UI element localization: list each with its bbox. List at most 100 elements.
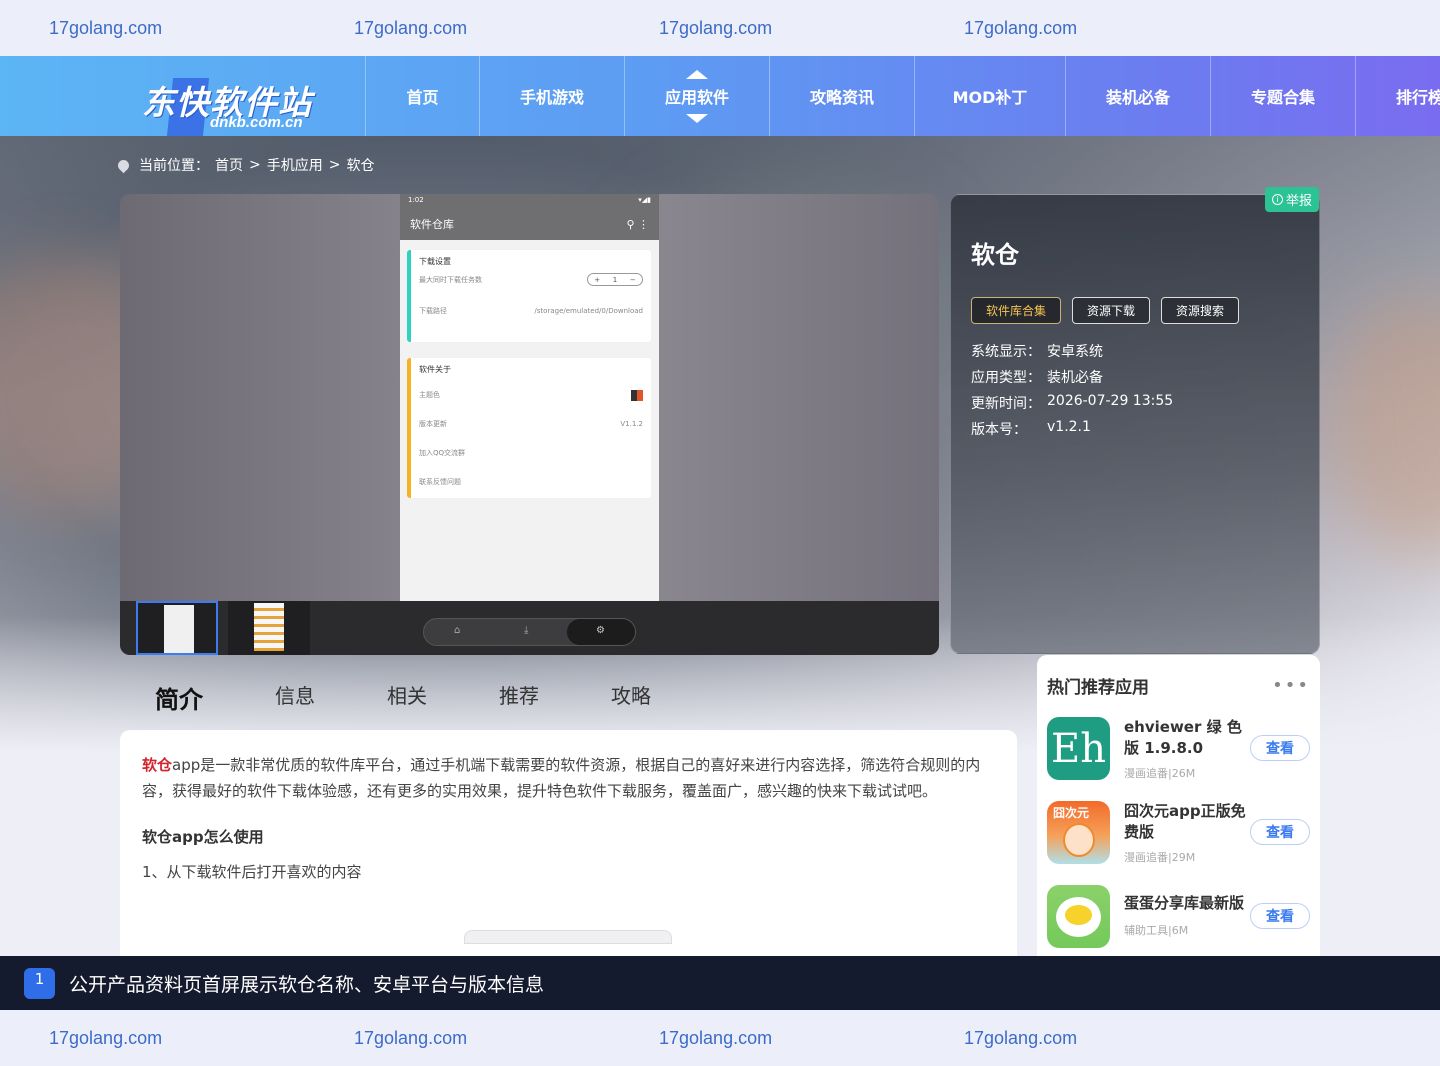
caption-number: 1 <box>24 967 55 999</box>
hot-app-meta: 漫画追番|29M <box>1124 851 1196 864</box>
tag-software-collection[interactable]: 软件库合集 <box>971 297 1062 324</box>
nav-item-apps[interactable]: 应用软件 <box>624 56 769 136</box>
card-title: 下载设置 <box>419 257 451 266</box>
view-button[interactable]: 查看 <box>1250 903 1310 929</box>
row-label: 版本更新 <box>419 419 447 428</box>
content-tabs: 简介 信息 相关 推荐 攻略 <box>155 680 723 715</box>
hot-app-meta: 漫画追番|26M <box>1124 767 1196 780</box>
stepper-plus: + <box>594 275 601 284</box>
nav-item-mod[interactable]: MOD补丁 <box>914 56 1065 136</box>
nav-label: 应用软件 <box>664 88 729 107</box>
row-label: 最大同时下载任务数 <box>419 275 482 284</box>
nav-label: 攻略资讯 <box>809 88 874 107</box>
meta-system: 系统显示： 安卓系统 <box>971 341 1103 361</box>
watermark-text: 17golang.com <box>659 1027 773 1048</box>
phone-app-bar: 软件仓库 ⚲ ⋮ <box>400 208 659 240</box>
breadcrumb-prefix: 当前位置： <box>139 158 209 174</box>
tab-related[interactable]: 相关 <box>387 680 427 715</box>
anime-face-shape <box>1063 823 1095 857</box>
hot-app-item[interactable]: 蛋蛋分享库最新版 辅助工具|6M 查看 <box>1047 883 1310 967</box>
nav-item-guides[interactable]: 攻略资讯 <box>769 56 914 136</box>
cropped-image-edge <box>464 930 672 944</box>
meta-value: 2026-07-29 13:55 <box>1047 393 1174 409</box>
row-label: 加入QQ交流群 <box>419 448 466 457</box>
nav-label: MOD补丁 <box>952 88 1028 107</box>
watermark-text: 17golang.com <box>354 17 468 38</box>
breadcrumb-category[interactable]: 手机应用 <box>267 155 323 175</box>
hot-apps-panel: 热门推荐应用 ••• Eh ehviewer 绿 色 版 1.9.8.0 漫画追… <box>1037 655 1320 956</box>
thumbnail-1[interactable] <box>136 601 218 655</box>
screenshot-gallery[interactable]: 1:02 ▾◢▮ 软件仓库 ⚲ ⋮ 下载设置 最大同时下载任务数 +1− 下载路径 /… <box>120 194 939 655</box>
info-icon: i <box>1271 194 1283 205</box>
nav-item-ranking[interactable]: 排行榜 <box>1355 56 1440 136</box>
tag-resource-download[interactable]: 资源下载 <box>1072 297 1151 324</box>
watermark-text: 17golang.com <box>964 17 1078 38</box>
more-icon[interactable]: ••• <box>1272 675 1310 696</box>
watermark-text: 17golang.com <box>659 17 773 38</box>
jiongciyuan-app-icon: 囧次元 <box>1047 801 1110 864</box>
nav-label: 首页 <box>406 88 439 107</box>
meta-type: 应用类型： 装机必备 <box>971 367 1103 387</box>
meta-value: 安卓系统 <box>1047 344 1103 360</box>
hot-app-item[interactable]: 囧次元 囧次元app正版免费版 漫画追番|29M 查看 <box>1047 799 1310 883</box>
app-tags: 软件库合集 资源下载 资源搜索 <box>971 297 1240 324</box>
breadcrumb-home[interactable]: 首页 <box>215 155 243 175</box>
intro-content: 软仓app是一款非常优质的软件库平台，通过手机端下载需要的软件资源，根据自己的喜… <box>120 730 1017 956</box>
breadcrumb-current: 软仓 <box>346 158 375 174</box>
row-value: /storage/emulated/0/Download <box>534 307 643 315</box>
tab-recommend[interactable]: 推荐 <box>499 680 539 715</box>
hot-app-name: 蛋蛋分享库最新版 <box>1124 894 1245 912</box>
watermark-text: 17golang.com <box>354 1027 468 1048</box>
nav-item-topics[interactable]: 专题合集 <box>1210 56 1355 136</box>
meta-key: 版本号： <box>971 422 1027 438</box>
report-button[interactable]: i 举报 <box>1264 187 1319 212</box>
card-row: 加入QQ交流群 <box>411 438 651 467</box>
section-heading: 软仓app怎么使用 <box>142 828 264 846</box>
active-arrow-down-icon <box>686 114 708 123</box>
nav-item-home[interactable]: 首页 <box>365 56 479 136</box>
watermark-bar-top: 17golang.com 17golang.com 17golang.com 1… <box>0 0 1440 56</box>
phone-bottom-nav: ⌂ ⤓ ⚙ <box>423 618 636 646</box>
thumbnail-2[interactable] <box>228 601 310 655</box>
report-label: 举报 <box>1285 194 1312 209</box>
tag-resource-search[interactable]: 资源搜索 <box>1161 297 1240 324</box>
watermark-text: 17golang.com <box>49 17 163 38</box>
row-value: V1.1.2 <box>620 419 643 428</box>
tab-intro[interactable]: 简介 <box>155 680 203 715</box>
about-card: 软件关于 主题色 版本更新 V1.1.2 加入QQ交流群 联系反馈问题 <box>407 358 651 498</box>
nav-label: 专题合集 <box>1250 88 1315 107</box>
tab-guide[interactable]: 攻略 <box>611 680 651 715</box>
nav-item-essentials[interactable]: 装机必备 <box>1065 56 1210 136</box>
hot-apps-header: 热门推荐应用 ••• <box>1047 655 1310 715</box>
stepper-value: 1 <box>612 275 618 284</box>
nav-label: 排行榜 <box>1396 88 1440 107</box>
intro-text: app是一款非常优质的软件库平台，通过手机端下载需要的软件资源，根据自己的喜好来… <box>142 756 981 800</box>
location-pin-icon <box>115 157 132 173</box>
row-label: 下载路径 <box>419 307 447 315</box>
row-label: 主题色 <box>419 391 440 399</box>
view-button[interactable]: 查看 <box>1250 819 1310 845</box>
phone-status-bar: 1:02 ▾◢▮ <box>400 194 659 208</box>
theme-color-swatch <box>631 389 643 401</box>
tab-info[interactable]: 信息 <box>275 680 315 715</box>
logo-domain-text: dnkb.com.cn <box>210 114 303 131</box>
settings-icon: ⚙ <box>596 625 605 636</box>
card-row: 主题色 <box>411 381 651 409</box>
card-title: 软件关于 <box>419 365 451 374</box>
app-title: 软仓 <box>971 241 1019 269</box>
top-navigation: 东快软件站 dnkb.com.cn 首页 手机游戏 应用软件 攻略资讯 MOD补… <box>0 56 1440 136</box>
view-button[interactable]: 查看 <box>1250 735 1310 761</box>
card-row: 下载路径/storage/emulated/0/Download <box>411 306 651 316</box>
nav-item-mobile-games[interactable]: 手机游戏 <box>479 56 624 136</box>
ehviewer-app-icon: Eh <box>1047 717 1110 780</box>
hot-app-item[interactable]: Eh ehviewer 绿 色 版 1.9.8.0 漫画追番|26M 查看 <box>1047 715 1310 799</box>
hot-app-name: ehviewer 绿 色 版 1.9.8.0 <box>1124 718 1242 757</box>
download-settings-card: 下载设置 最大同时下载任务数 +1 − 下载路径/storage/emulated… <box>407 250 651 342</box>
card-row: 最大同时下载任务数 +1 − <box>411 273 651 286</box>
active-arrow-up-icon <box>686 70 708 79</box>
meta-value: 装机必备 <box>1047 370 1103 386</box>
watermark-text: 17golang.com <box>964 1027 1078 1048</box>
card-row: 版本更新 V1.1.2 <box>411 409 651 438</box>
breadcrumb-separator: > <box>249 157 261 173</box>
site-logo[interactable]: 东快软件站 dnkb.com.cn <box>140 76 340 136</box>
